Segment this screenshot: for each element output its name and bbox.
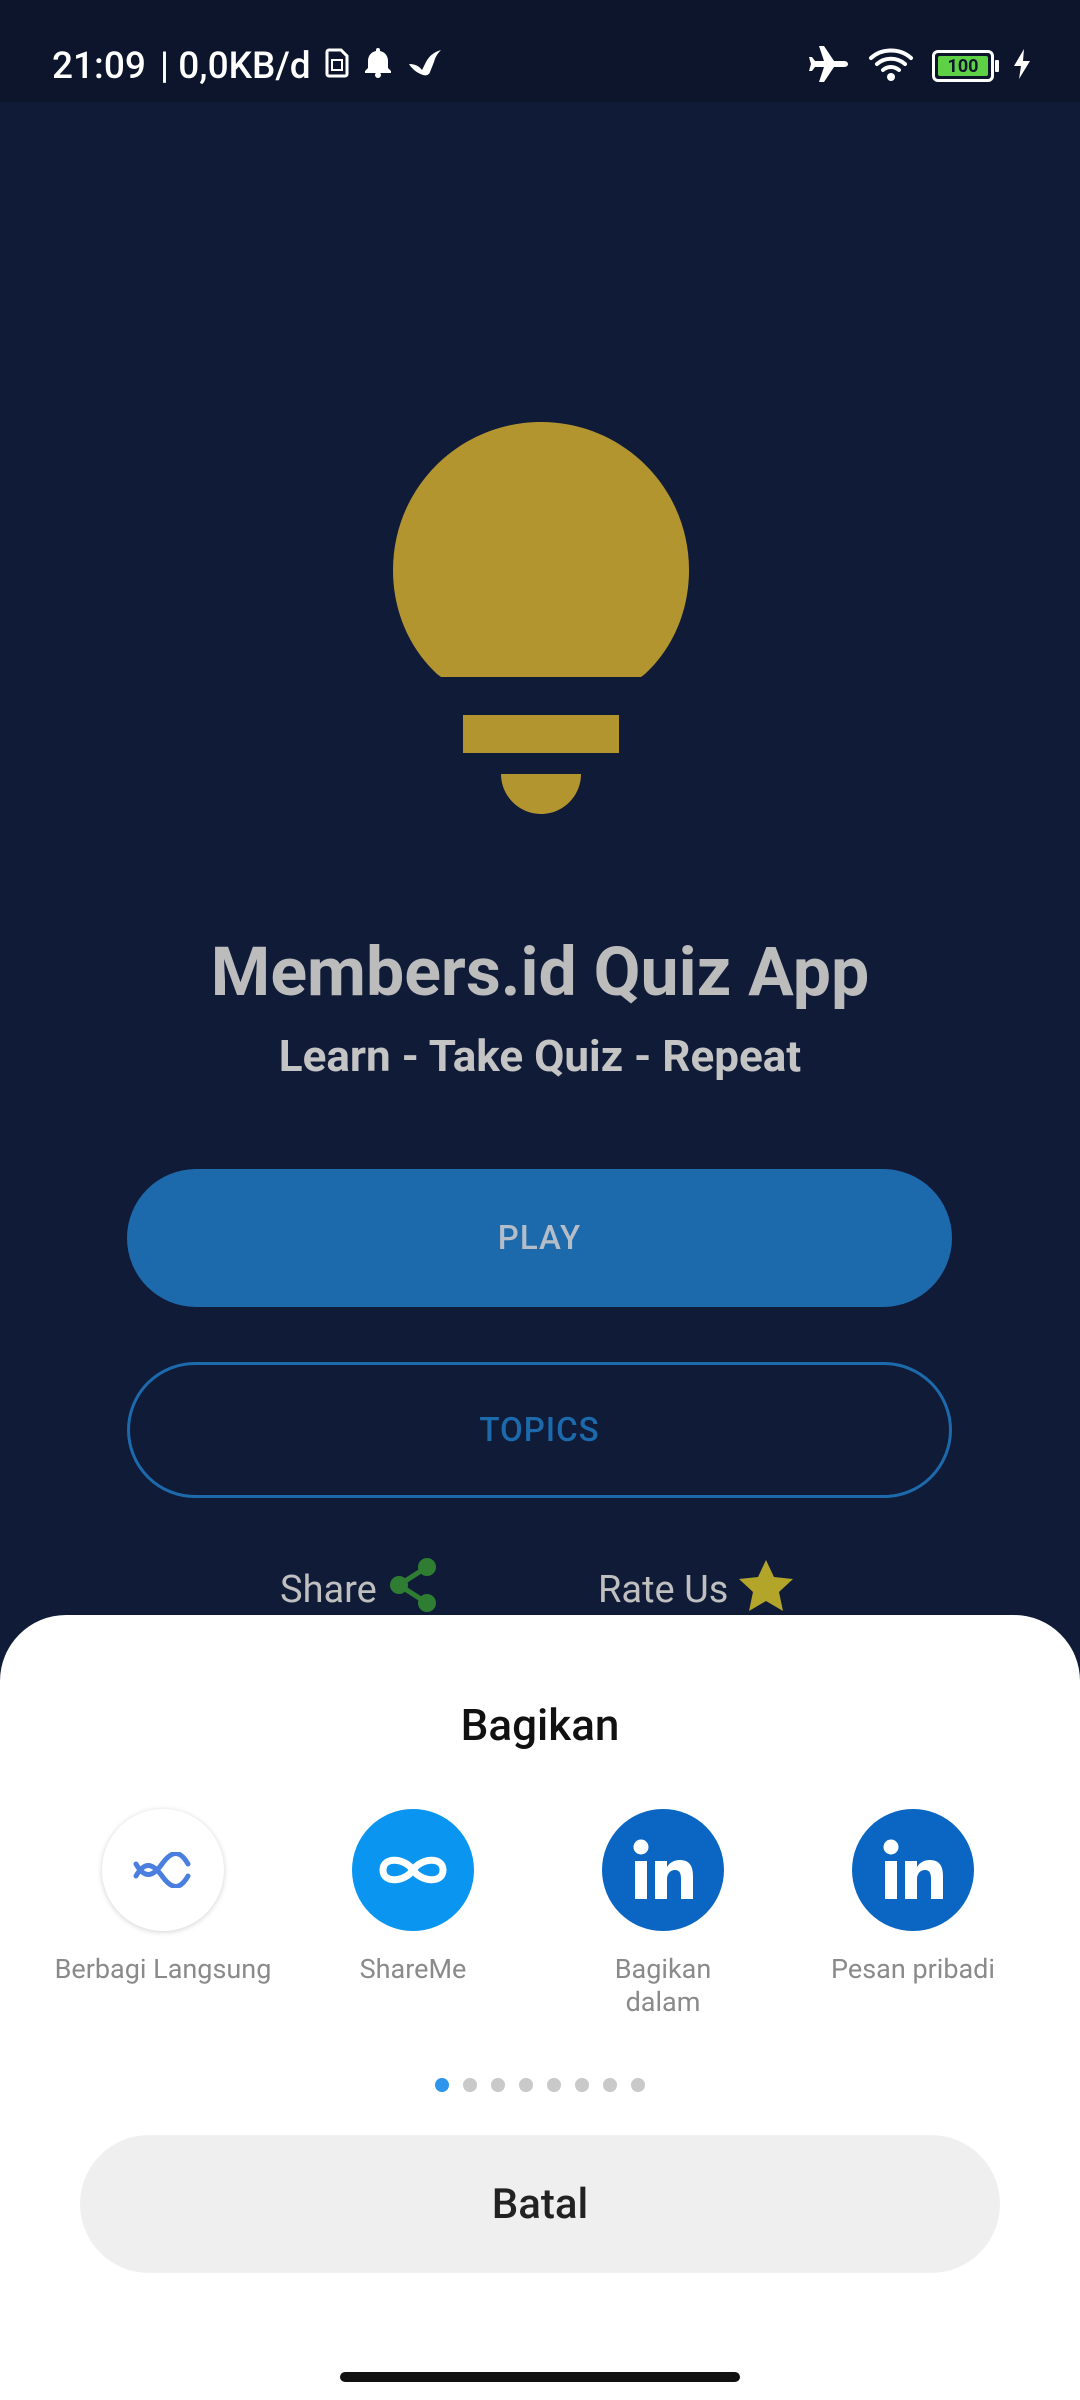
share-option-label: Bagikan dalam — [614, 1953, 712, 2018]
battery-level: 100 — [947, 55, 979, 77]
home-indicator[interactable] — [340, 2372, 740, 2382]
share-option-pesan-pribadi[interactable]: Pesan pribadi — [803, 1809, 1023, 1986]
share-option-label: Berbagi Langsung — [54, 1953, 272, 1985]
page-dot[interactable] — [463, 2078, 477, 2092]
linkedin-icon — [852, 1809, 974, 1931]
lightbulb-icon — [393, 422, 689, 814]
share-bottom-sheet: Bagikan Berbagi Langsung ShareMe Bagikan… — [0, 1615, 1080, 2400]
network-speed: | 0,0KB/d — [159, 44, 311, 88]
battery-icon: 100 — [932, 50, 999, 82]
share-option-shareme[interactable]: ShareMe — [303, 1809, 523, 1986]
page-dot[interactable] — [575, 2078, 589, 2092]
page-indicator — [0, 2078, 1080, 2092]
page-dot[interactable] — [547, 2078, 561, 2092]
share-icon — [387, 1557, 439, 1623]
wifi-icon — [868, 46, 914, 86]
page-dot[interactable] — [603, 2078, 617, 2092]
shareme-icon — [352, 1809, 474, 1931]
linkedin-icon — [602, 1809, 724, 1931]
cancel-button[interactable]: Batal — [80, 2135, 1000, 2273]
rate-label: Rate Us — [598, 1568, 729, 1612]
page-dot[interactable] — [519, 2078, 533, 2092]
play-button[interactable]: PLAY — [127, 1169, 952, 1307]
app-subtitle: Learn - Take Quiz - Repeat — [278, 1030, 802, 1082]
share-label: Share — [280, 1568, 377, 1612]
bird-icon — [407, 45, 443, 88]
status-bar: 21:09 | 0,0KB/d 100 — [0, 0, 1080, 102]
status-time: 21:09 — [52, 44, 146, 88]
share-option-berbagi-langsung[interactable]: Berbagi Langsung — [53, 1809, 273, 1986]
share-option-label: ShareMe — [359, 1953, 467, 1985]
star-icon — [738, 1558, 794, 1622]
topics-button[interactable]: TOPICS — [127, 1362, 952, 1498]
page-dot[interactable] — [435, 2078, 449, 2092]
sheet-title: Bagikan — [460, 1699, 620, 1751]
bell-icon — [363, 45, 393, 88]
page-dot[interactable] — [491, 2078, 505, 2092]
app-title: Members.id Quiz App — [210, 932, 870, 1012]
share-option-label: Pesan pribadi — [831, 1953, 995, 1985]
airplane-icon — [808, 44, 850, 88]
direct-share-icon — [102, 1809, 224, 1931]
page-dot[interactable] — [631, 2078, 645, 2092]
share-option-bagikan-dalam[interactable]: Bagikan dalam — [553, 1809, 773, 2019]
sim-icon — [325, 45, 349, 88]
charging-icon — [1012, 48, 1032, 84]
